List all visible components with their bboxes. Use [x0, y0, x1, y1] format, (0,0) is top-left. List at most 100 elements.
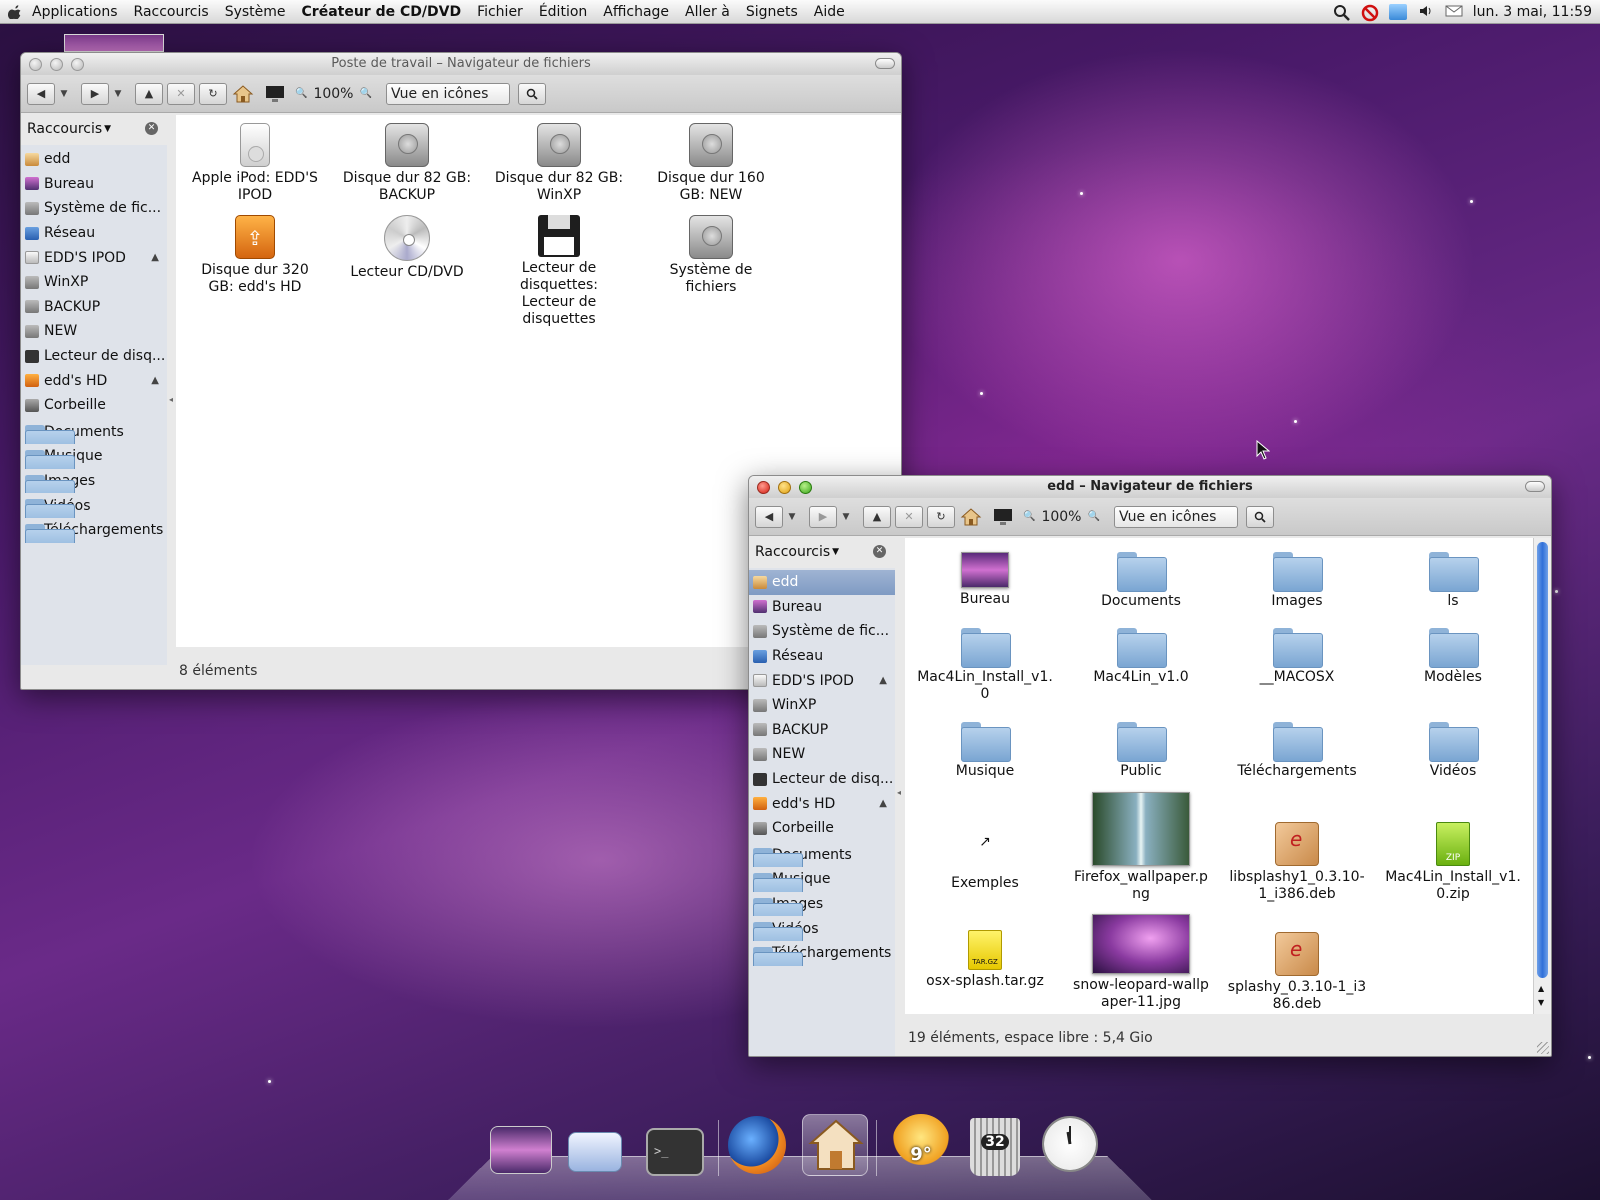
- file-browser-window-home[interactable]: edd – Navigateur de fichiers ◀ ▼ ▶ ▼ ▲ ✕ ↻…: [748, 475, 1552, 1057]
- computer-icon[interactable]: [991, 506, 1015, 528]
- search-button[interactable]: [1245, 505, 1274, 528]
- sidebar-item-musique[interactable]: Musique: [749, 867, 895, 892]
- search-icon[interactable]: [1333, 4, 1351, 21]
- menu-applications[interactable]: Applications: [24, 4, 126, 20]
- file-item[interactable]: Images: [1227, 552, 1367, 610]
- menu-raccourcis[interactable]: Raccourcis: [126, 4, 217, 20]
- drive-item[interactable]: Système de fichiers: [646, 215, 776, 296]
- sidebar-item-trash[interactable]: Corbeille: [749, 816, 895, 841]
- file-item[interactable]: Téléchargements: [1227, 722, 1367, 780]
- computer-icon[interactable]: [263, 83, 287, 105]
- sidebar-item-ipod[interactable]: EDD'S IPOD ▲: [749, 668, 895, 693]
- reload-button[interactable]: ↻: [927, 505, 955, 528]
- update-icon[interactable]: [1388, 4, 1407, 20]
- resize-grip-icon[interactable]: [1537, 1042, 1549, 1054]
- sidebar-item-videos[interactable]: Vidéos: [749, 916, 895, 941]
- minimize-button[interactable]: [778, 481, 791, 494]
- drive-item[interactable]: Disque dur 82 GB: BACKUP: [342, 123, 472, 204]
- eject-icon[interactable]: ▲: [879, 798, 887, 809]
- search-button[interactable]: [517, 82, 546, 105]
- forward-history-dropdown[interactable]: ▼: [113, 89, 123, 99]
- sidebar-item-floppy[interactable]: Lecteur de disq...: [749, 767, 895, 792]
- file-item[interactable]: snow-leopard-wallpaper-11.jpg: [1071, 914, 1211, 1011]
- drive-item[interactable]: ⇪ Disque dur 320 GB: edd's HD: [190, 215, 320, 296]
- file-item[interactable]: TAR.GZ osx-splash.tar.gz: [915, 916, 1055, 990]
- drive-item[interactable]: Lecteur de disquettes: Lecteur de disque…: [494, 215, 624, 328]
- reload-button[interactable]: ↻: [199, 82, 227, 105]
- window-titlebar[interactable]: Poste de travail – Navigateur de fichier…: [21, 53, 901, 75]
- drive-item[interactable]: Lecteur CD/DVD: [342, 215, 472, 281]
- sidebar-item-images[interactable]: Images: [21, 469, 167, 494]
- clock-icon[interactable]: [1042, 1116, 1098, 1172]
- sidebar-item-ipod[interactable]: EDD'S IPOD ▲: [21, 245, 167, 270]
- sidebar-item-documents[interactable]: Documents: [749, 843, 895, 868]
- sidebar-title[interactable]: Raccourcis: [755, 544, 830, 560]
- menu-edition[interactable]: Édition: [531, 4, 595, 20]
- up-button[interactable]: ▲: [135, 82, 163, 105]
- mail-icon[interactable]: [1445, 4, 1463, 20]
- sidebar-item-trash[interactable]: Corbeille: [21, 393, 167, 418]
- weather-icon[interactable]: 9°: [892, 1114, 950, 1172]
- desktop-preview-icon[interactable]: [490, 1126, 552, 1174]
- eject-icon[interactable]: ▲: [879, 675, 887, 686]
- view-mode-select[interactable]: Vue en icônes: [385, 82, 510, 105]
- file-item[interactable]: splashy_0.3.10-1_i386.deb: [1227, 916, 1367, 1013]
- zoom-level[interactable]: 100%: [313, 86, 353, 102]
- sidebar-item-new[interactable]: NEW: [21, 319, 167, 344]
- file-item[interactable]: Public: [1071, 722, 1211, 780]
- pane-splitter[interactable]: ◂: [167, 145, 175, 665]
- menu-aller-a[interactable]: Aller à: [677, 4, 738, 20]
- sidebar-item-filesystem[interactable]: Système de fic...: [749, 619, 895, 644]
- scroll-down-arrow[interactable]: ▼: [1538, 998, 1544, 1007]
- sidebar-close-button[interactable]: ✕: [873, 545, 886, 558]
- sidebar-item-new[interactable]: NEW: [749, 742, 895, 767]
- file-item[interactable]: libsplashy1_0.3.10-1_i386.deb: [1227, 792, 1367, 903]
- apple-logo-icon[interactable]: [7, 4, 22, 19]
- sidebar-close-button[interactable]: ✕: [145, 122, 158, 135]
- file-item[interactable]: ls: [1383, 552, 1523, 610]
- file-item[interactable]: Mac4Lin_Install_v1.0: [915, 628, 1055, 703]
- chevron-down-icon[interactable]: ▼: [104, 124, 111, 134]
- file-item[interactable]: Mac4Lin_v1.0: [1071, 628, 1211, 686]
- sidebar-item-edds-hd[interactable]: edd's HD ▲: [749, 791, 895, 816]
- sidebar-item-winxp[interactable]: WinXP: [749, 693, 895, 718]
- sidebar-item-bureau[interactable]: Bureau: [21, 172, 167, 197]
- menu-app-name[interactable]: Créateur de CD/DVD: [294, 4, 470, 20]
- file-item[interactable]: Vidéos: [1383, 722, 1523, 780]
- file-item[interactable]: ZIP Mac4Lin_Install_v1.0.zip: [1383, 792, 1523, 903]
- sidebar-item-backup[interactable]: BACKUP: [21, 295, 167, 320]
- forward-button[interactable]: ▶: [81, 82, 109, 105]
- file-item[interactable]: __MACOSX: [1227, 628, 1367, 686]
- sidebar-item-filesystem[interactable]: Système de fic...: [21, 196, 167, 221]
- sidebar-item-telechargements[interactable]: Téléchargements: [749, 941, 895, 966]
- drive-item[interactable]: Disque dur 160 GB: NEW: [646, 123, 776, 204]
- toolbar-toggle-button[interactable]: [1525, 481, 1545, 492]
- menu-aide[interactable]: Aide: [806, 4, 853, 20]
- workspace-switcher-icon[interactable]: [568, 1132, 622, 1172]
- menu-systeme[interactable]: Système: [217, 4, 294, 20]
- menu-fichier[interactable]: Fichier: [469, 4, 531, 20]
- zoom-out-button[interactable]: 🔍: [295, 88, 307, 99]
- vertical-scrollbar[interactable]: ▲ ▼: [1533, 538, 1551, 1014]
- view-mode-select[interactable]: Vue en icônes: [1113, 505, 1238, 528]
- eject-icon[interactable]: ▲: [151, 252, 159, 263]
- sidebar-item-backup[interactable]: BACKUP: [749, 718, 895, 743]
- file-item[interactable]: Musique: [915, 722, 1055, 780]
- back-history-dropdown[interactable]: ▼: [59, 89, 69, 99]
- back-history-dropdown[interactable]: ▼: [787, 512, 797, 522]
- no-entry-icon[interactable]: [1361, 4, 1379, 22]
- forward-history-dropdown[interactable]: ▼: [841, 512, 851, 522]
- sidebar-item-documents[interactable]: Documents: [21, 420, 167, 445]
- sidebar-item-edd[interactable]: edd: [749, 570, 895, 595]
- minimize-button[interactable]: [50, 58, 63, 71]
- close-button[interactable]: [757, 481, 770, 494]
- scrollbar-thumb[interactable]: [1537, 542, 1548, 978]
- icon-view[interactable]: Bureau Documents Images ls Mac4Lin_Insta…: [905, 538, 1533, 1014]
- zoom-in-button[interactable]: 🔍: [1087, 511, 1099, 522]
- zoom-in-button[interactable]: 🔍: [359, 88, 371, 99]
- menu-affichage[interactable]: Affichage: [595, 4, 677, 20]
- sidebar-title[interactable]: Raccourcis: [27, 121, 102, 137]
- file-item[interactable]: ↗ Exemples: [915, 792, 1055, 892]
- clock-text[interactable]: lun. 3 mai, 11:59: [1473, 4, 1592, 20]
- home-finder-icon[interactable]: [802, 1114, 868, 1176]
